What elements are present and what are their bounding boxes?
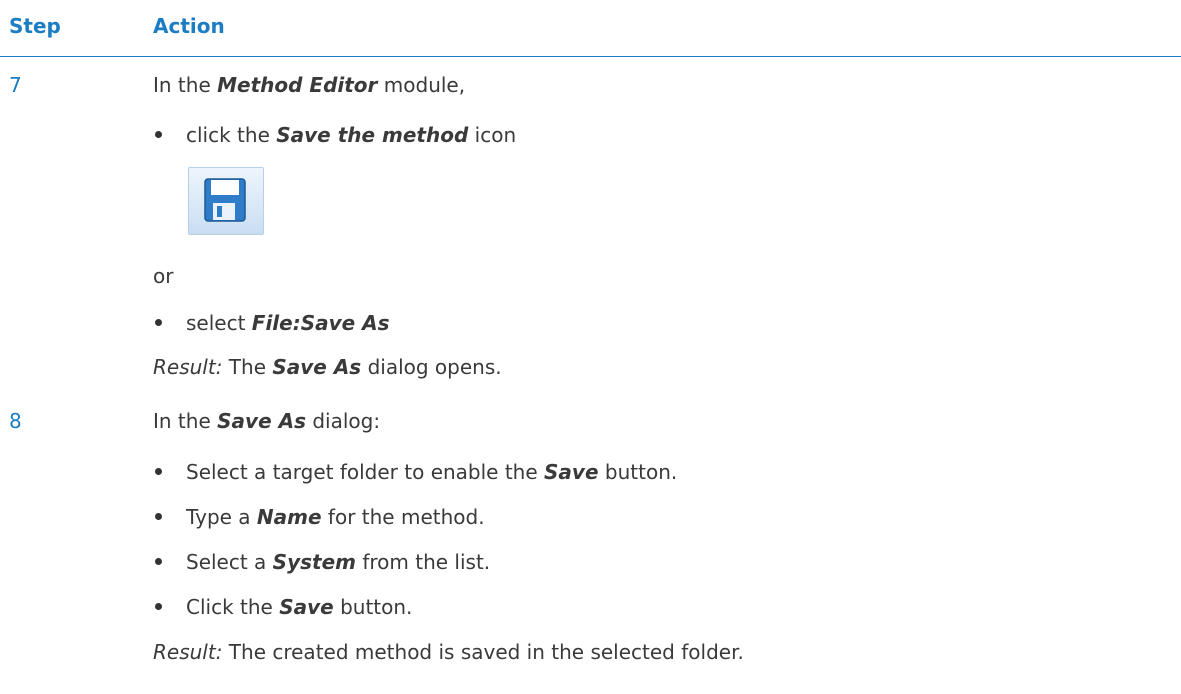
intro-text-end: module,	[377, 73, 466, 97]
step-column-header: Step	[9, 14, 61, 38]
list-item: click the Save the method icon	[153, 123, 516, 147]
intro-emphasis: Save As	[217, 409, 306, 433]
save-floppy-icon	[188, 167, 264, 235]
bullet-text: click the	[186, 123, 277, 147]
bullet-text-end: from the list.	[355, 550, 491, 574]
step-number: 7	[9, 73, 22, 97]
bullet-text-end: icon	[468, 123, 517, 147]
action-column-header: Action	[153, 14, 225, 38]
bullet-emphasis: File:Save As	[251, 311, 390, 335]
list-item: Select a System from the list.	[153, 550, 490, 574]
result-line: Result: The Save As dialog opens.	[153, 355, 502, 379]
intro-text-end: dialog:	[305, 409, 381, 433]
bullet-icon	[155, 319, 162, 326]
intro-text: In the	[153, 73, 218, 97]
list-item: Select a target folder to enable the Sav…	[153, 460, 677, 484]
bullet-text-end: for the method.	[321, 505, 485, 529]
intro-text: In the	[153, 409, 218, 433]
bullet-emphasis: Save	[544, 460, 599, 484]
result-text: The created method is saved in the selec…	[222, 640, 744, 664]
result-text-end: dialog opens.	[361, 355, 502, 379]
bullet-emphasis: Save the method	[276, 123, 469, 147]
step-intro: In the Save As dialog:	[153, 409, 380, 433]
result-text: The	[222, 355, 273, 379]
intro-emphasis: Method Editor	[217, 73, 378, 97]
bullet-icon	[155, 131, 162, 138]
bullet-emphasis: System	[272, 550, 356, 574]
bullet-text: select	[186, 311, 252, 335]
result-label: Result:	[153, 640, 223, 664]
step-number: 8	[9, 409, 22, 433]
result-line: Result: The created method is saved in t…	[153, 640, 744, 664]
table-header-row: Step Action	[0, 0, 1181, 57]
result-label: Result:	[153, 355, 223, 379]
bullet-text: Select a target folder to enable the	[186, 460, 545, 484]
bullet-text: Click the	[186, 595, 280, 619]
result-emphasis: Save As	[272, 355, 362, 379]
bullet-icon	[155, 603, 162, 610]
bullet-text: Type a	[186, 505, 257, 529]
bullet-text-end: button.	[598, 460, 678, 484]
bullet-text-end: button.	[333, 595, 413, 619]
step-intro: In the Method Editor module,	[153, 73, 465, 97]
bullet-icon	[155, 468, 162, 475]
bullet-icon	[155, 558, 162, 565]
bullet-icon	[155, 513, 162, 520]
list-item: Type a Name for the method.	[153, 505, 485, 529]
list-item: Click the Save button.	[153, 595, 412, 619]
list-item: select File:Save As	[153, 311, 390, 335]
bullet-emphasis: Name	[256, 505, 322, 529]
bullet-emphasis: Save	[279, 595, 334, 619]
bullet-text: Select a	[186, 550, 273, 574]
or-text: or	[153, 264, 174, 288]
